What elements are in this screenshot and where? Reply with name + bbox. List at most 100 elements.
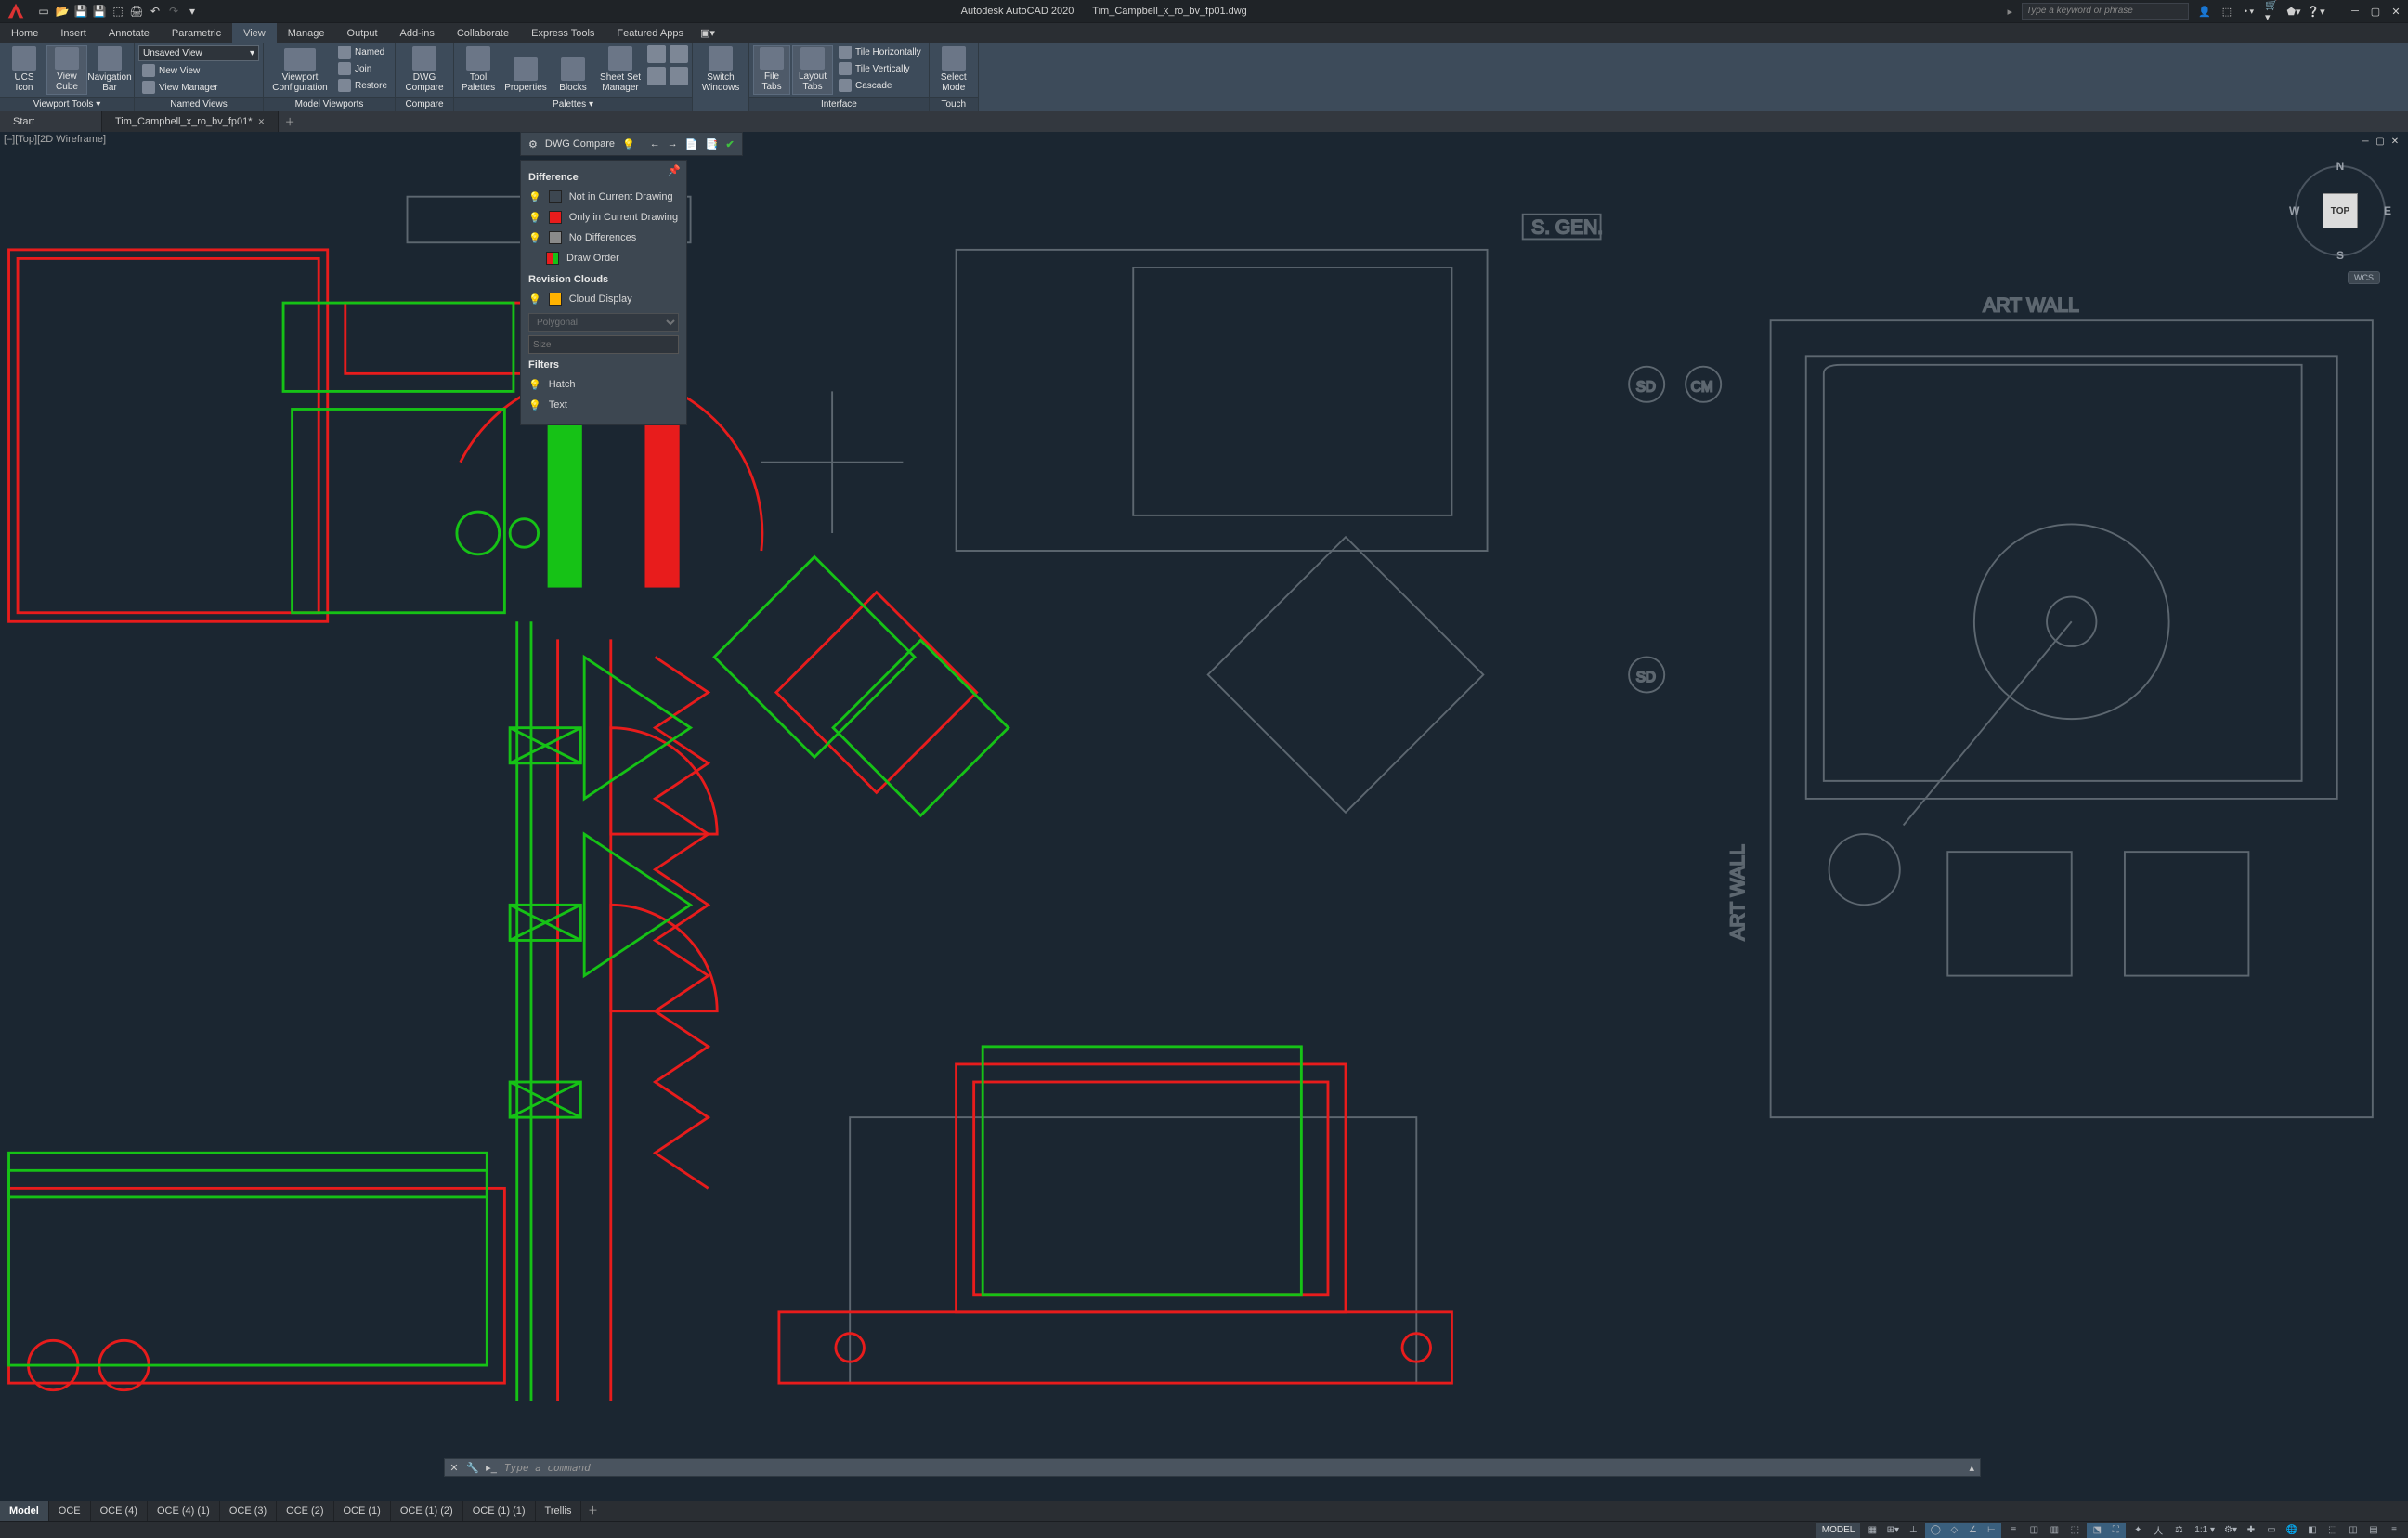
tab-manage[interactable]: Manage — [277, 23, 336, 43]
nav-bar-button[interactable]: Navigation Bar — [89, 45, 130, 95]
custom-icon[interactable]: ≡ — [2386, 1523, 2402, 1538]
snap-icon[interactable]: ⊞▾ — [1884, 1523, 1901, 1538]
annoscale-icon[interactable]: ⚖ — [2170, 1523, 2187, 1538]
gear-icon[interactable]: ⚙ — [528, 137, 538, 150]
panel-viewport-tools-label[interactable]: Viewport Tools ▾ — [0, 97, 134, 111]
tab-home[interactable]: Home — [0, 23, 49, 43]
tile-h-button[interactable]: Tile Horizontally — [835, 45, 925, 59]
layout-tab[interactable]: Trellis — [536, 1501, 582, 1521]
search-input[interactable]: Type a keyword or phrase — [2022, 3, 2189, 20]
qat-saveall-icon[interactable]: ⬚ — [110, 3, 126, 20]
view-manager-button[interactable]: View Manager — [138, 80, 222, 95]
vp-join-button[interactable]: Join — [334, 61, 391, 76]
blocks-button[interactable]: Blocks — [553, 45, 593, 95]
next-diff-icon[interactable]: → — [668, 137, 678, 150]
units-icon[interactable]: ◫ — [2345, 1523, 2362, 1538]
file-tab-start[interactable]: Start — [0, 111, 102, 132]
tile-v-button[interactable]: Tile Vertically — [835, 61, 925, 76]
tab-overflow-icon[interactable]: ▣▾ — [695, 23, 721, 43]
bulb-icon[interactable]: 💡 — [622, 137, 635, 150]
qat-redo-icon[interactable]: ↷ — [165, 3, 182, 20]
view-cube-button[interactable]: View Cube — [46, 45, 87, 95]
clean-icon[interactable]: ▤ — [2365, 1523, 2382, 1538]
dynucs-icon[interactable]: ⬔ — [2089, 1523, 2105, 1538]
app-store-icon[interactable]: ⬚ — [2220, 5, 2233, 18]
otrack-icon[interactable]: ∠ — [1964, 1523, 1981, 1538]
prev-diff-icon[interactable]: ← — [650, 137, 660, 150]
qprops-icon[interactable]: ⬚ — [2324, 1523, 2341, 1538]
cmd-config-icon[interactable]: 🔧 — [463, 1462, 482, 1474]
viewcube-face[interactable]: TOP — [2323, 193, 2358, 228]
bulb-icon[interactable]: 💡 — [528, 191, 541, 203]
bulb-icon[interactable]: 💡 — [528, 379, 541, 391]
view-cube[interactable]: N S E W TOP — [2289, 160, 2391, 262]
file-tabs-button[interactable]: File Tabs — [753, 45, 790, 95]
cloud-size-input[interactable] — [528, 335, 679, 354]
sheet-set-button[interactable]: Sheet Set Manager — [595, 45, 645, 95]
ortho-icon[interactable]: ⊥ — [1905, 1523, 1921, 1538]
annomon-icon[interactable]: 人 — [2150, 1523, 2167, 1538]
ucs-icon-button[interactable]: UCS Icon — [4, 45, 45, 95]
layout-tab[interactable]: OCE (3) — [220, 1501, 277, 1521]
bulb-icon[interactable]: 💡 — [528, 232, 541, 244]
qat-more-icon[interactable]: ▾ — [184, 3, 201, 20]
layout-tab[interactable]: OCE (1) (1) — [463, 1501, 536, 1521]
vp-restore-button[interactable]: Restore — [334, 78, 391, 93]
layout-tab[interactable]: OCE (4) (1) — [148, 1501, 220, 1521]
close-tab-icon[interactable]: ✕ — [258, 117, 266, 127]
accept-icon[interactable]: ✔ — [725, 137, 735, 150]
layout-tab[interactable]: OCE (4) — [91, 1501, 148, 1521]
iso-icon[interactable]: ◧ — [2304, 1523, 2321, 1538]
export-icon[interactable]: 📄 — [685, 137, 698, 150]
pin-icon[interactable]: 📌 — [668, 164, 681, 176]
new-tab-icon[interactable]: ＋ — [279, 111, 301, 132]
switch-windows-button[interactable]: Switch Windows — [696, 45, 745, 95]
layout-tab[interactable]: OCE (1) — [334, 1501, 391, 1521]
a360-icon[interactable]: ⬟▾ — [2287, 5, 2300, 18]
select-mode-button[interactable]: Select Mode — [933, 45, 974, 95]
qat-undo-icon[interactable]: ↶ — [147, 3, 163, 20]
tab-addins[interactable]: Add-ins — [389, 23, 446, 43]
cycle-icon[interactable]: ▥ — [2046, 1523, 2063, 1538]
viewport-config-button[interactable]: Viewport Configuration — [267, 45, 332, 95]
qat-open-icon[interactable]: 📂 — [54, 3, 71, 20]
drawing-canvas[interactable]: [–][Top][2D Wireframe] ─ ▢ ✕ N S E W TOP… — [0, 132, 2408, 1501]
qat-saveas-icon[interactable]: 💾 — [91, 3, 108, 20]
qat-save-icon[interactable]: 💾 — [72, 3, 89, 20]
lwt-icon[interactable]: ≡ — [2005, 1523, 2022, 1538]
panel-palettes-label[interactable]: Palettes ▾ — [454, 97, 692, 111]
tab-collaborate[interactable]: Collaborate — [446, 23, 520, 43]
tool-palettes-button[interactable]: Tool Palettes — [458, 45, 499, 95]
annovis-icon[interactable]: ✚ — [2243, 1523, 2259, 1538]
tab-output[interactable]: Output — [336, 23, 389, 43]
ui-lock-icon[interactable]: 🌐 — [2284, 1523, 2300, 1538]
legend-only-in-current[interactable]: 💡 Only in Current Drawing — [528, 207, 679, 228]
cloud-shape-select[interactable]: Polygonal — [528, 313, 679, 332]
vp-named-button[interactable]: Named — [334, 45, 391, 59]
minimize-icon[interactable]: ─ — [2349, 5, 2362, 18]
import-icon[interactable]: 📑 — [705, 137, 718, 150]
close-icon[interactable]: ✕ — [2389, 5, 2402, 18]
viewport-label[interactable]: [–][Top][2D Wireframe] — [4, 134, 106, 145]
signin-icon[interactable]: 👤 — [2198, 5, 2211, 18]
polar-icon[interactable]: ◯ — [1927, 1523, 1944, 1538]
sel-filter-icon[interactable]: ⛶ — [2107, 1523, 2124, 1538]
tab-parametric[interactable]: Parametric — [161, 23, 232, 43]
gizmo-icon[interactable]: ✦ — [2129, 1523, 2146, 1538]
maximize-icon[interactable]: ▢ — [2369, 5, 2382, 18]
cmd-history-icon[interactable]: ▴ — [1969, 1462, 1980, 1474]
cloud-icon[interactable]: • ▾ — [2243, 5, 2256, 18]
wcs-badge[interactable]: WCS — [2348, 271, 2380, 284]
bulb-icon[interactable]: 💡 — [528, 293, 541, 306]
legend-not-in-current[interactable]: 💡 Not in Current Drawing — [528, 187, 679, 207]
3dosnap-icon[interactable]: ⬚ — [2066, 1523, 2083, 1538]
file-tab-doc[interactable]: Tim_Campbell_x_ro_bv_fp01* ✕ — [102, 111, 279, 132]
command-line[interactable]: ✕ 🔧 ▸_ Type a command ▴ — [444, 1458, 1981, 1477]
cart-icon[interactable]: 🛒▾ — [2265, 5, 2278, 18]
status-model[interactable]: MODEL — [1816, 1523, 1861, 1538]
layout-tab[interactable]: OCE (1) (2) — [391, 1501, 463, 1521]
vp-close-icon[interactable]: ✕ — [2389, 136, 2401, 147]
properties-button[interactable]: Properties — [501, 45, 551, 95]
new-view-button[interactable]: New View — [138, 63, 203, 78]
vp-max-icon[interactable]: ▢ — [2375, 136, 2386, 147]
